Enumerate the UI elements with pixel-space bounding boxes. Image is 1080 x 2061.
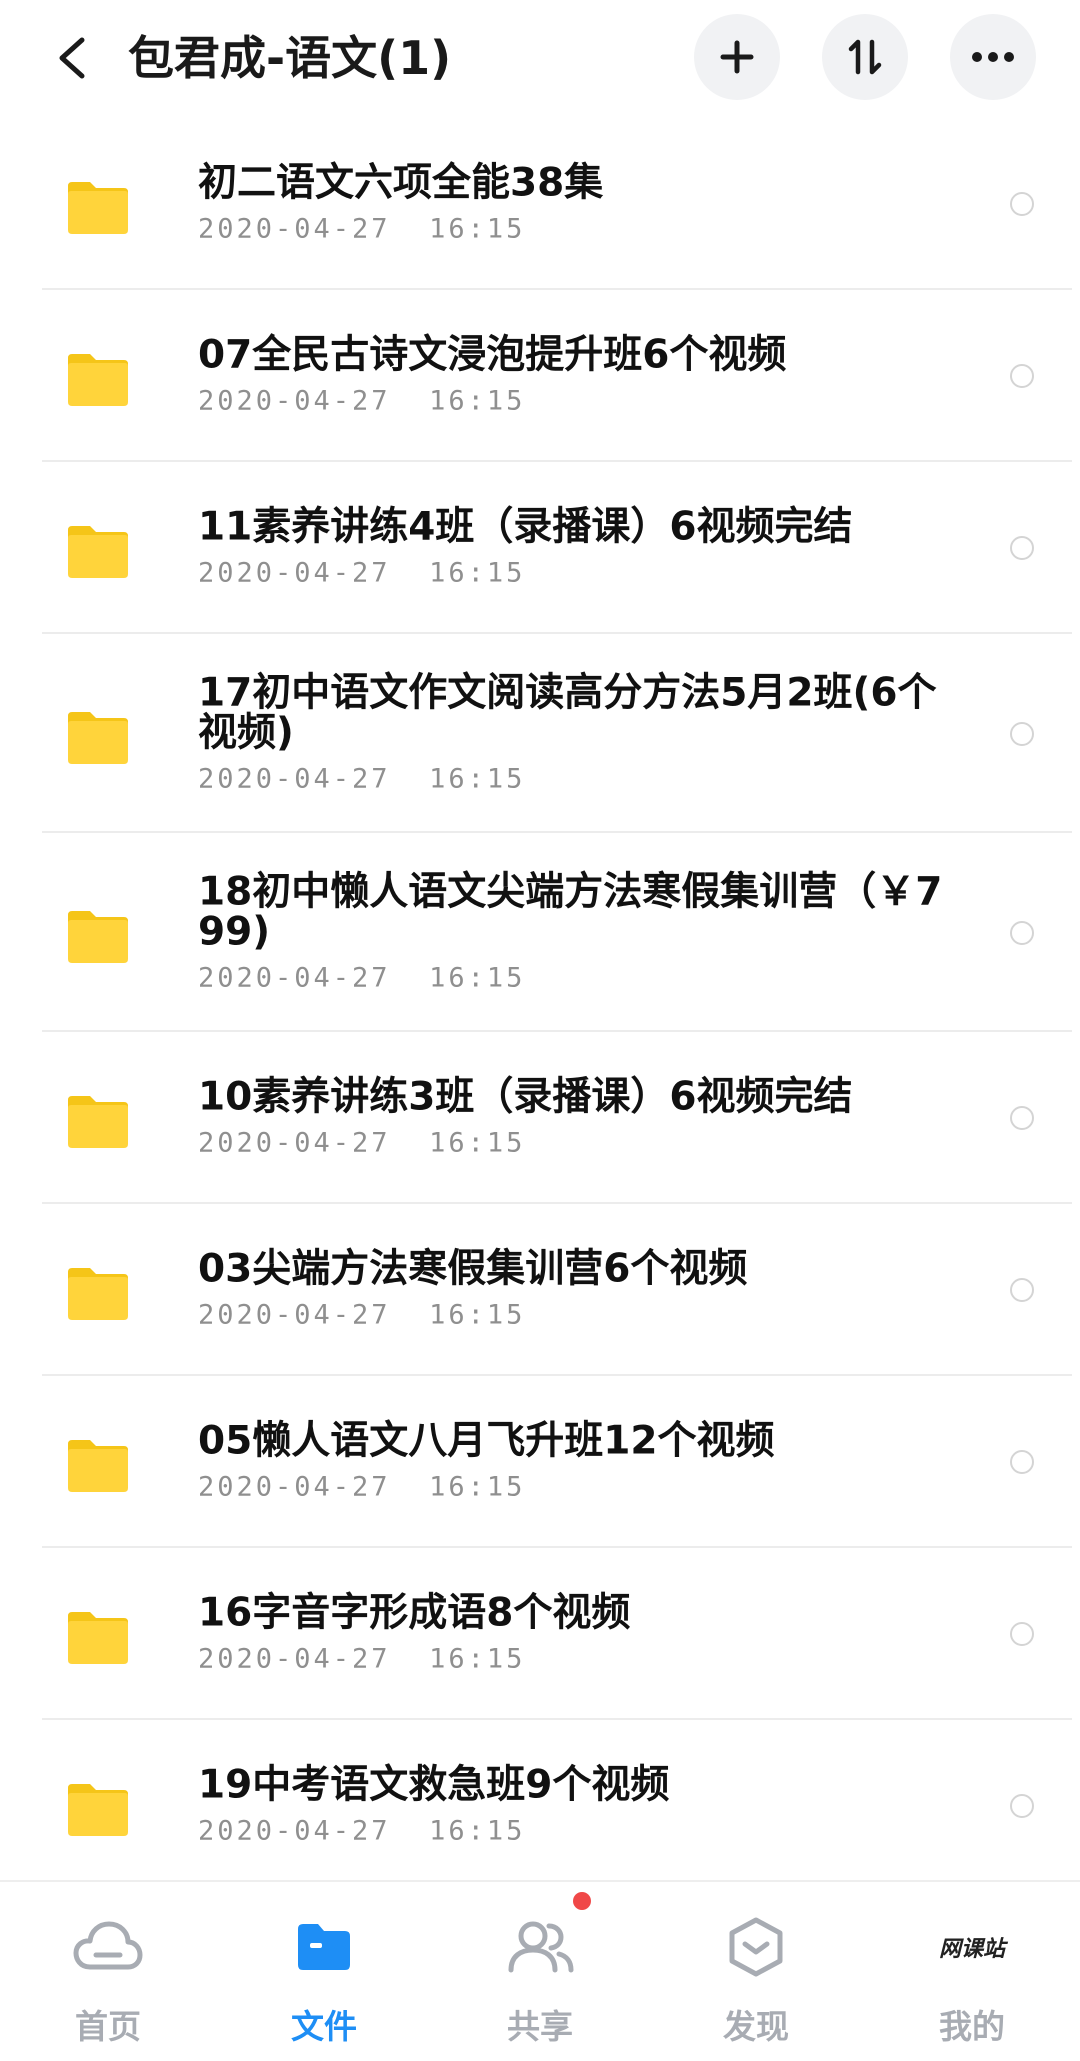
bottom-nav: 首页 文件 共享 发现 网课站 我的 bbox=[0, 1880, 1080, 2059]
top-bar: 包君成-语文(1) bbox=[0, 0, 1080, 118]
folder-icon bbox=[298, 1924, 350, 1970]
cloud-icon bbox=[73, 1921, 143, 1970]
file-text: 17初中语文作文阅读高分方法5月2班(6个视频) 2020-04-27 16:15 bbox=[198, 670, 968, 795]
file-text: 11素养讲练4班（录播课）6视频完结 2020-04-27 16:15 bbox=[198, 504, 968, 589]
back-button[interactable] bbox=[40, 22, 104, 94]
plus-icon bbox=[720, 40, 754, 74]
file-date: 2020-04-27 16:15 bbox=[198, 1471, 526, 1503]
select-radio[interactable] bbox=[1010, 364, 1034, 388]
file-name: 18初中懒人语文尖端方法寒假集训营（￥799) bbox=[198, 869, 943, 954]
file-date: 2020-04-27 16:15 bbox=[198, 1127, 526, 1159]
file-date: 2020-04-27 16:15 bbox=[198, 557, 526, 589]
notification-badge bbox=[573, 1892, 591, 1910]
people-icon bbox=[508, 1921, 574, 1973]
folder-icon bbox=[68, 354, 128, 406]
file-text: 07全民古诗文浸泡提升班6个视频 2020-04-27 16:15 bbox=[198, 332, 968, 417]
select-radio[interactable] bbox=[1010, 1106, 1034, 1130]
file-date: 2020-04-27 16:15 bbox=[198, 763, 526, 794]
select-radio[interactable] bbox=[1010, 1794, 1034, 1818]
file-row[interactable]: 18初中懒人语文尖端方法寒假集训营（￥799) 2020-04-27 16:15 bbox=[0, 833, 1080, 1032]
file-name: 19中考语文救急班9个视频 bbox=[198, 1762, 670, 1808]
file-row[interactable]: 19中考语文救急班9个视频 2020-04-27 16:15 bbox=[0, 1720, 1080, 1880]
folder-icon bbox=[68, 1096, 128, 1148]
nav-label: 发现 bbox=[723, 2007, 789, 2046]
nav-label: 文件 bbox=[291, 2007, 357, 2046]
nav-label: 我的 bbox=[939, 2007, 1005, 2046]
folder-icon bbox=[68, 1268, 128, 1320]
sort-button[interactable] bbox=[822, 14, 908, 100]
file-row[interactable]: 10素养讲练3班（录播课）6视频完结 2020-04-27 16:15 bbox=[0, 1032, 1080, 1204]
chevron-left-icon bbox=[59, 37, 85, 79]
folder-icon bbox=[68, 526, 128, 578]
select-radio[interactable] bbox=[1010, 1278, 1034, 1302]
more-dots-icon bbox=[972, 52, 1014, 62]
file-date: 2020-04-27 16:15 bbox=[198, 962, 526, 993]
file-row[interactable]: 07全民古诗文浸泡提升班6个视频 2020-04-27 16:15 bbox=[0, 290, 1080, 462]
discover-icon bbox=[729, 1917, 783, 1977]
select-radio[interactable] bbox=[1010, 1622, 1034, 1646]
file-list: 初二语文六项全能38集 2020-04-27 16:15 07全民古诗文浸泡提升班6… bbox=[0, 118, 1080, 1880]
file-text: 10素养讲练3班（录播课）6视频完结 2020-04-27 16:15 bbox=[198, 1074, 968, 1159]
select-radio[interactable] bbox=[1010, 1450, 1034, 1474]
add-button[interactable] bbox=[694, 14, 780, 100]
nav-mine[interactable]: 网课站 我的 bbox=[864, 1882, 1080, 2061]
file-date: 2020-04-27 16:15 bbox=[198, 1815, 526, 1847]
file-date: 2020-04-27 16:15 bbox=[198, 213, 526, 245]
more-button[interactable] bbox=[950, 14, 1036, 100]
folder-icon bbox=[68, 1784, 128, 1836]
nav-label: 共享 bbox=[507, 2007, 573, 2046]
select-radio[interactable] bbox=[1010, 920, 1034, 945]
file-row[interactable]: 16字音字形成语8个视频 2020-04-27 16:15 bbox=[0, 1548, 1080, 1720]
select-radio[interactable] bbox=[1010, 536, 1034, 560]
file-row[interactable]: 17初中语文作文阅读高分方法5月2班(6个视频) 2020-04-27 16:15 bbox=[0, 634, 1080, 833]
file-name: 16字音字形成语8个视频 bbox=[198, 1590, 631, 1636]
file-text: 19中考语文救急班9个视频 2020-04-27 16:15 bbox=[198, 1762, 968, 1847]
file-date: 2020-04-27 16:15 bbox=[198, 385, 526, 417]
folder-icon bbox=[68, 910, 128, 963]
nav-share[interactable]: 共享 bbox=[432, 1882, 648, 2061]
file-row[interactable]: 初二语文六项全能38集 2020-04-27 16:15 bbox=[0, 118, 1080, 290]
file-row[interactable]: 05懒人语文八月飞升班12个视频 2020-04-27 16:15 bbox=[0, 1376, 1080, 1548]
nav-home[interactable]: 首页 bbox=[0, 1882, 216, 2061]
file-name: 03尖端方法寒假集训营6个视频 bbox=[198, 1246, 748, 1292]
folder-icon bbox=[68, 182, 128, 234]
logo-text: 网课站 bbox=[938, 1936, 1005, 1962]
select-radio[interactable] bbox=[1010, 192, 1034, 216]
file-text: 初二语文六项全能38集 2020-04-27 16:15 bbox=[198, 160, 968, 245]
file-name: 07全民古诗文浸泡提升班6个视频 bbox=[198, 332, 787, 378]
file-name: 初二语文六项全能38集 bbox=[198, 160, 604, 206]
file-name: 05懒人语文八月飞升班12个视频 bbox=[198, 1418, 775, 1464]
folder-icon bbox=[68, 711, 128, 764]
file-row[interactable]: 11素养讲练4班（录播课）6视频完结 2020-04-27 16:15 bbox=[0, 462, 1080, 634]
folder-icon bbox=[68, 1612, 128, 1664]
file-date: 2020-04-27 16:15 bbox=[198, 1299, 526, 1331]
nav-label: 首页 bbox=[75, 2007, 141, 2046]
file-text: 18初中懒人语文尖端方法寒假集训营（￥799) 2020-04-27 16:15 bbox=[198, 869, 968, 994]
select-radio[interactable] bbox=[1010, 721, 1034, 746]
file-row[interactable]: 03尖端方法寒假集训营6个视频 2020-04-27 16:15 bbox=[0, 1204, 1080, 1376]
nav-discover[interactable]: 发现 bbox=[648, 1882, 864, 2061]
file-text: 05懒人语文八月飞升班12个视频 2020-04-27 16:15 bbox=[198, 1418, 968, 1503]
page-title: 包君成-语文(1) bbox=[128, 31, 452, 85]
file-name: 17初中语文作文阅读高分方法5月2班(6个视频) bbox=[198, 670, 937, 755]
sort-arrows-icon bbox=[848, 39, 882, 75]
avatar-logo-icon: 网课站 bbox=[932, 1912, 1012, 1982]
file-name: 11素养讲练4班（录播课）6视频完结 bbox=[198, 504, 853, 550]
folder-icon bbox=[68, 1440, 128, 1492]
file-text: 03尖端方法寒假集训营6个视频 2020-04-27 16:15 bbox=[198, 1246, 968, 1331]
nav-files[interactable]: 文件 bbox=[216, 1882, 432, 2061]
file-text: 16字音字形成语8个视频 2020-04-27 16:15 bbox=[198, 1590, 968, 1675]
file-name: 10素养讲练3班（录播课）6视频完结 bbox=[198, 1074, 853, 1120]
file-date: 2020-04-27 16:15 bbox=[198, 1643, 526, 1675]
